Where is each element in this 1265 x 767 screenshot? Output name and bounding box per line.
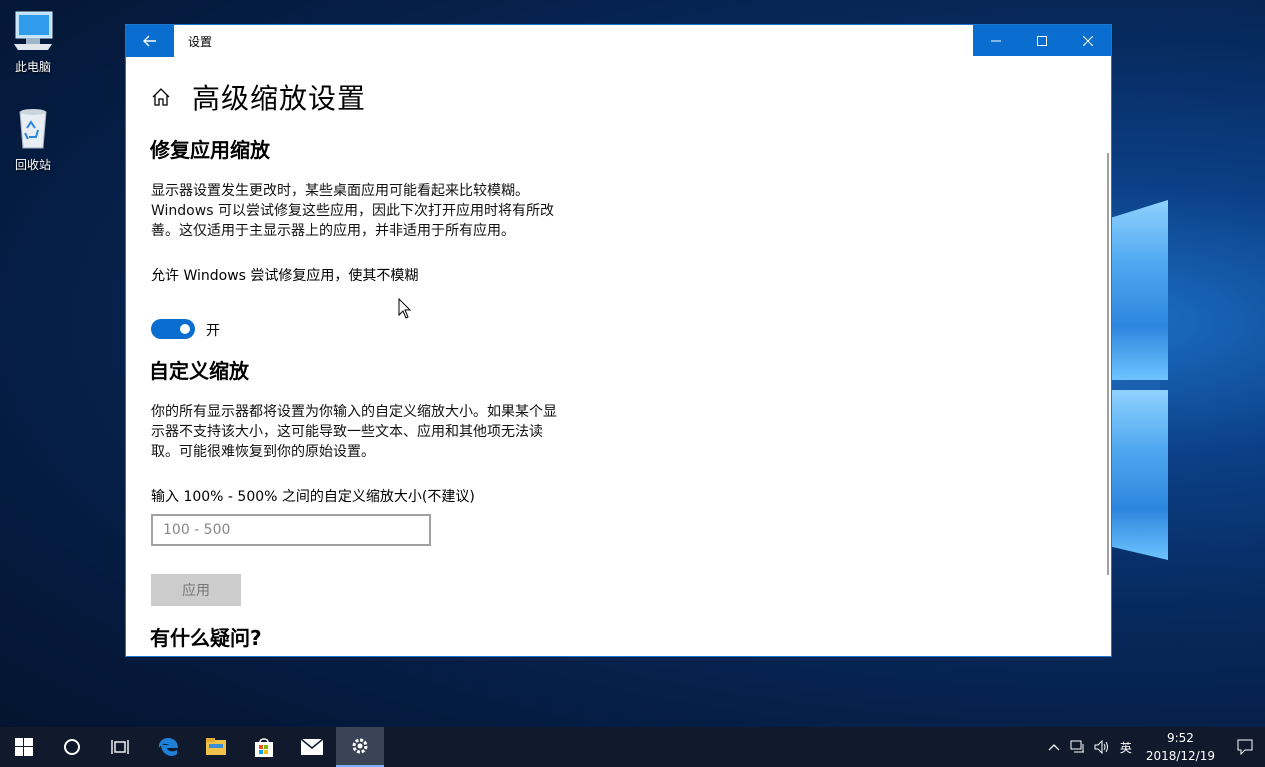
description-line: 善。这仅适用于主显示器上的应用，并非适用于所有应用。: [151, 223, 515, 239]
settings-taskbar-button[interactable]: [336, 727, 384, 767]
close-button[interactable]: [1065, 25, 1111, 56]
recycle-bin-icon: [19, 109, 47, 149]
show-hidden-icons-button[interactable]: [1042, 727, 1066, 767]
window-controls: [973, 25, 1111, 56]
fix-blur-toggle-label: 允许 Windows 尝试修复应用，使其不模糊: [151, 268, 419, 284]
task-view-icon: [111, 740, 129, 754]
network-button[interactable]: [1066, 727, 1090, 767]
custom-scaling-input-label: 输入 100% - 500% 之间的自定义缩放大小(不建议): [151, 489, 475, 505]
settings-gear-icon: [352, 738, 368, 754]
custom-scaling-description: 你的所有显示器都将设置为你输入的自定义缩放大小。如果某个显 示器不支持该大小，这…: [151, 402, 591, 462]
windows-logo-wallpaper: [1110, 185, 1170, 565]
taskbar: 英 9:52 2018/12/19: [0, 727, 1265, 767]
description-line: 显示器设置发生更改时，某些桌面应用可能看起来比较模糊。: [151, 183, 529, 199]
mail-icon: [300, 738, 324, 755]
description-line: Windows 可以尝试修复这些应用，因此下次打开应用时将有所改: [151, 203, 554, 219]
page-title: 高级缩放设置: [192, 82, 367, 115]
clock-date: 2018/12/19: [1145, 749, 1215, 763]
logo-pane-bottom: [1110, 390, 1168, 560]
edge-button[interactable]: [144, 727, 192, 767]
section-heading-fix-scaling: 修复应用缩放: [150, 138, 270, 162]
page-header: 高级缩放设置: [150, 77, 366, 117]
cortana-search-icon: [64, 739, 80, 755]
toggle-knob: [180, 324, 190, 334]
cortana-button[interactable]: [48, 727, 96, 767]
mouse-cursor-icon: [398, 298, 412, 319]
description-line: 示器不支持该大小，这可能导致一些文本、应用和其他项无法读: [151, 424, 543, 440]
settings-content: 高级缩放设置 修复应用缩放 显示器设置发生更改时，某些桌面应用可能看起来比较模糊…: [150, 57, 1080, 657]
store-icon: [255, 738, 273, 757]
file-explorer-button[interactable]: [192, 727, 240, 767]
clock-time: 9:52: [1166, 731, 1194, 745]
settings-window: 设置 高级缩放设置 修复应用缩放 显示器设置发生更改时，某些桌面应用可能看起来比…: [125, 24, 1112, 657]
description-line: 你的所有显示器都将设置为你输入的自定义缩放大小。如果某个显: [151, 404, 557, 420]
desktop-icon-label: 回收站: [14, 158, 51, 172]
description-line: 取。可能很难恢复到你的原始设置。: [151, 444, 375, 460]
chevron-up-icon: [1048, 744, 1060, 751]
volume-icon: [1094, 740, 1108, 754]
section-heading-custom-scaling: 自定义缩放: [150, 359, 249, 383]
notification-icon: [1237, 739, 1253, 755]
action-center-button[interactable]: [1225, 727, 1265, 767]
window-title: 设置: [188, 34, 213, 49]
desktop-icon-label: 此电脑: [14, 60, 51, 74]
minimize-icon: [991, 40, 1001, 41]
vertical-scrollbar[interactable]: [1107, 153, 1109, 575]
edge-browser-icon: [158, 738, 178, 756]
task-view-button[interactable]: [96, 727, 144, 767]
volume-button[interactable]: [1090, 727, 1114, 767]
minimize-button[interactable]: [973, 25, 1019, 56]
network-icon: [1070, 740, 1084, 753]
clock[interactable]: 9:52 2018/12/19: [1146, 729, 1215, 765]
store-button[interactable]: [240, 727, 288, 767]
fix-scaling-description: 显示器设置发生更改时，某些桌面应用可能看起来比较模糊。 Windows 可以尝试…: [151, 181, 591, 241]
section-heading-questions: 有什么疑问?: [150, 626, 262, 650]
input-language-indicator[interactable]: 英: [1114, 727, 1138, 767]
desktop-icon-this-pc[interactable]: 此电脑: [8, 10, 58, 75]
windows-start-icon: [15, 738, 33, 756]
title-bar[interactable]: 设置: [126, 25, 1111, 57]
computer-icon: [14, 11, 53, 50]
start-button[interactable]: [0, 727, 48, 767]
maximize-icon: [1037, 35, 1047, 46]
close-icon: [1083, 35, 1093, 46]
custom-scaling-input[interactable]: [151, 514, 431, 546]
toggle-state-text: 开: [206, 323, 220, 339]
fix-blur-toggle[interactable]: [151, 319, 195, 339]
mail-button[interactable]: [288, 727, 336, 767]
back-button[interactable]: [126, 25, 174, 57]
apply-button[interactable]: 应用: [151, 574, 241, 606]
system-tray: 英 9:52 2018/12/19: [1042, 727, 1265, 767]
file-explorer-icon: [206, 738, 226, 755]
home-icon[interactable]: [150, 86, 172, 108]
maximize-button[interactable]: [1019, 25, 1065, 56]
desktop-icon-recycle-bin[interactable]: 回收站: [8, 106, 58, 173]
back-arrow-icon: [143, 35, 156, 47]
logo-pane-top: [1110, 200, 1168, 380]
